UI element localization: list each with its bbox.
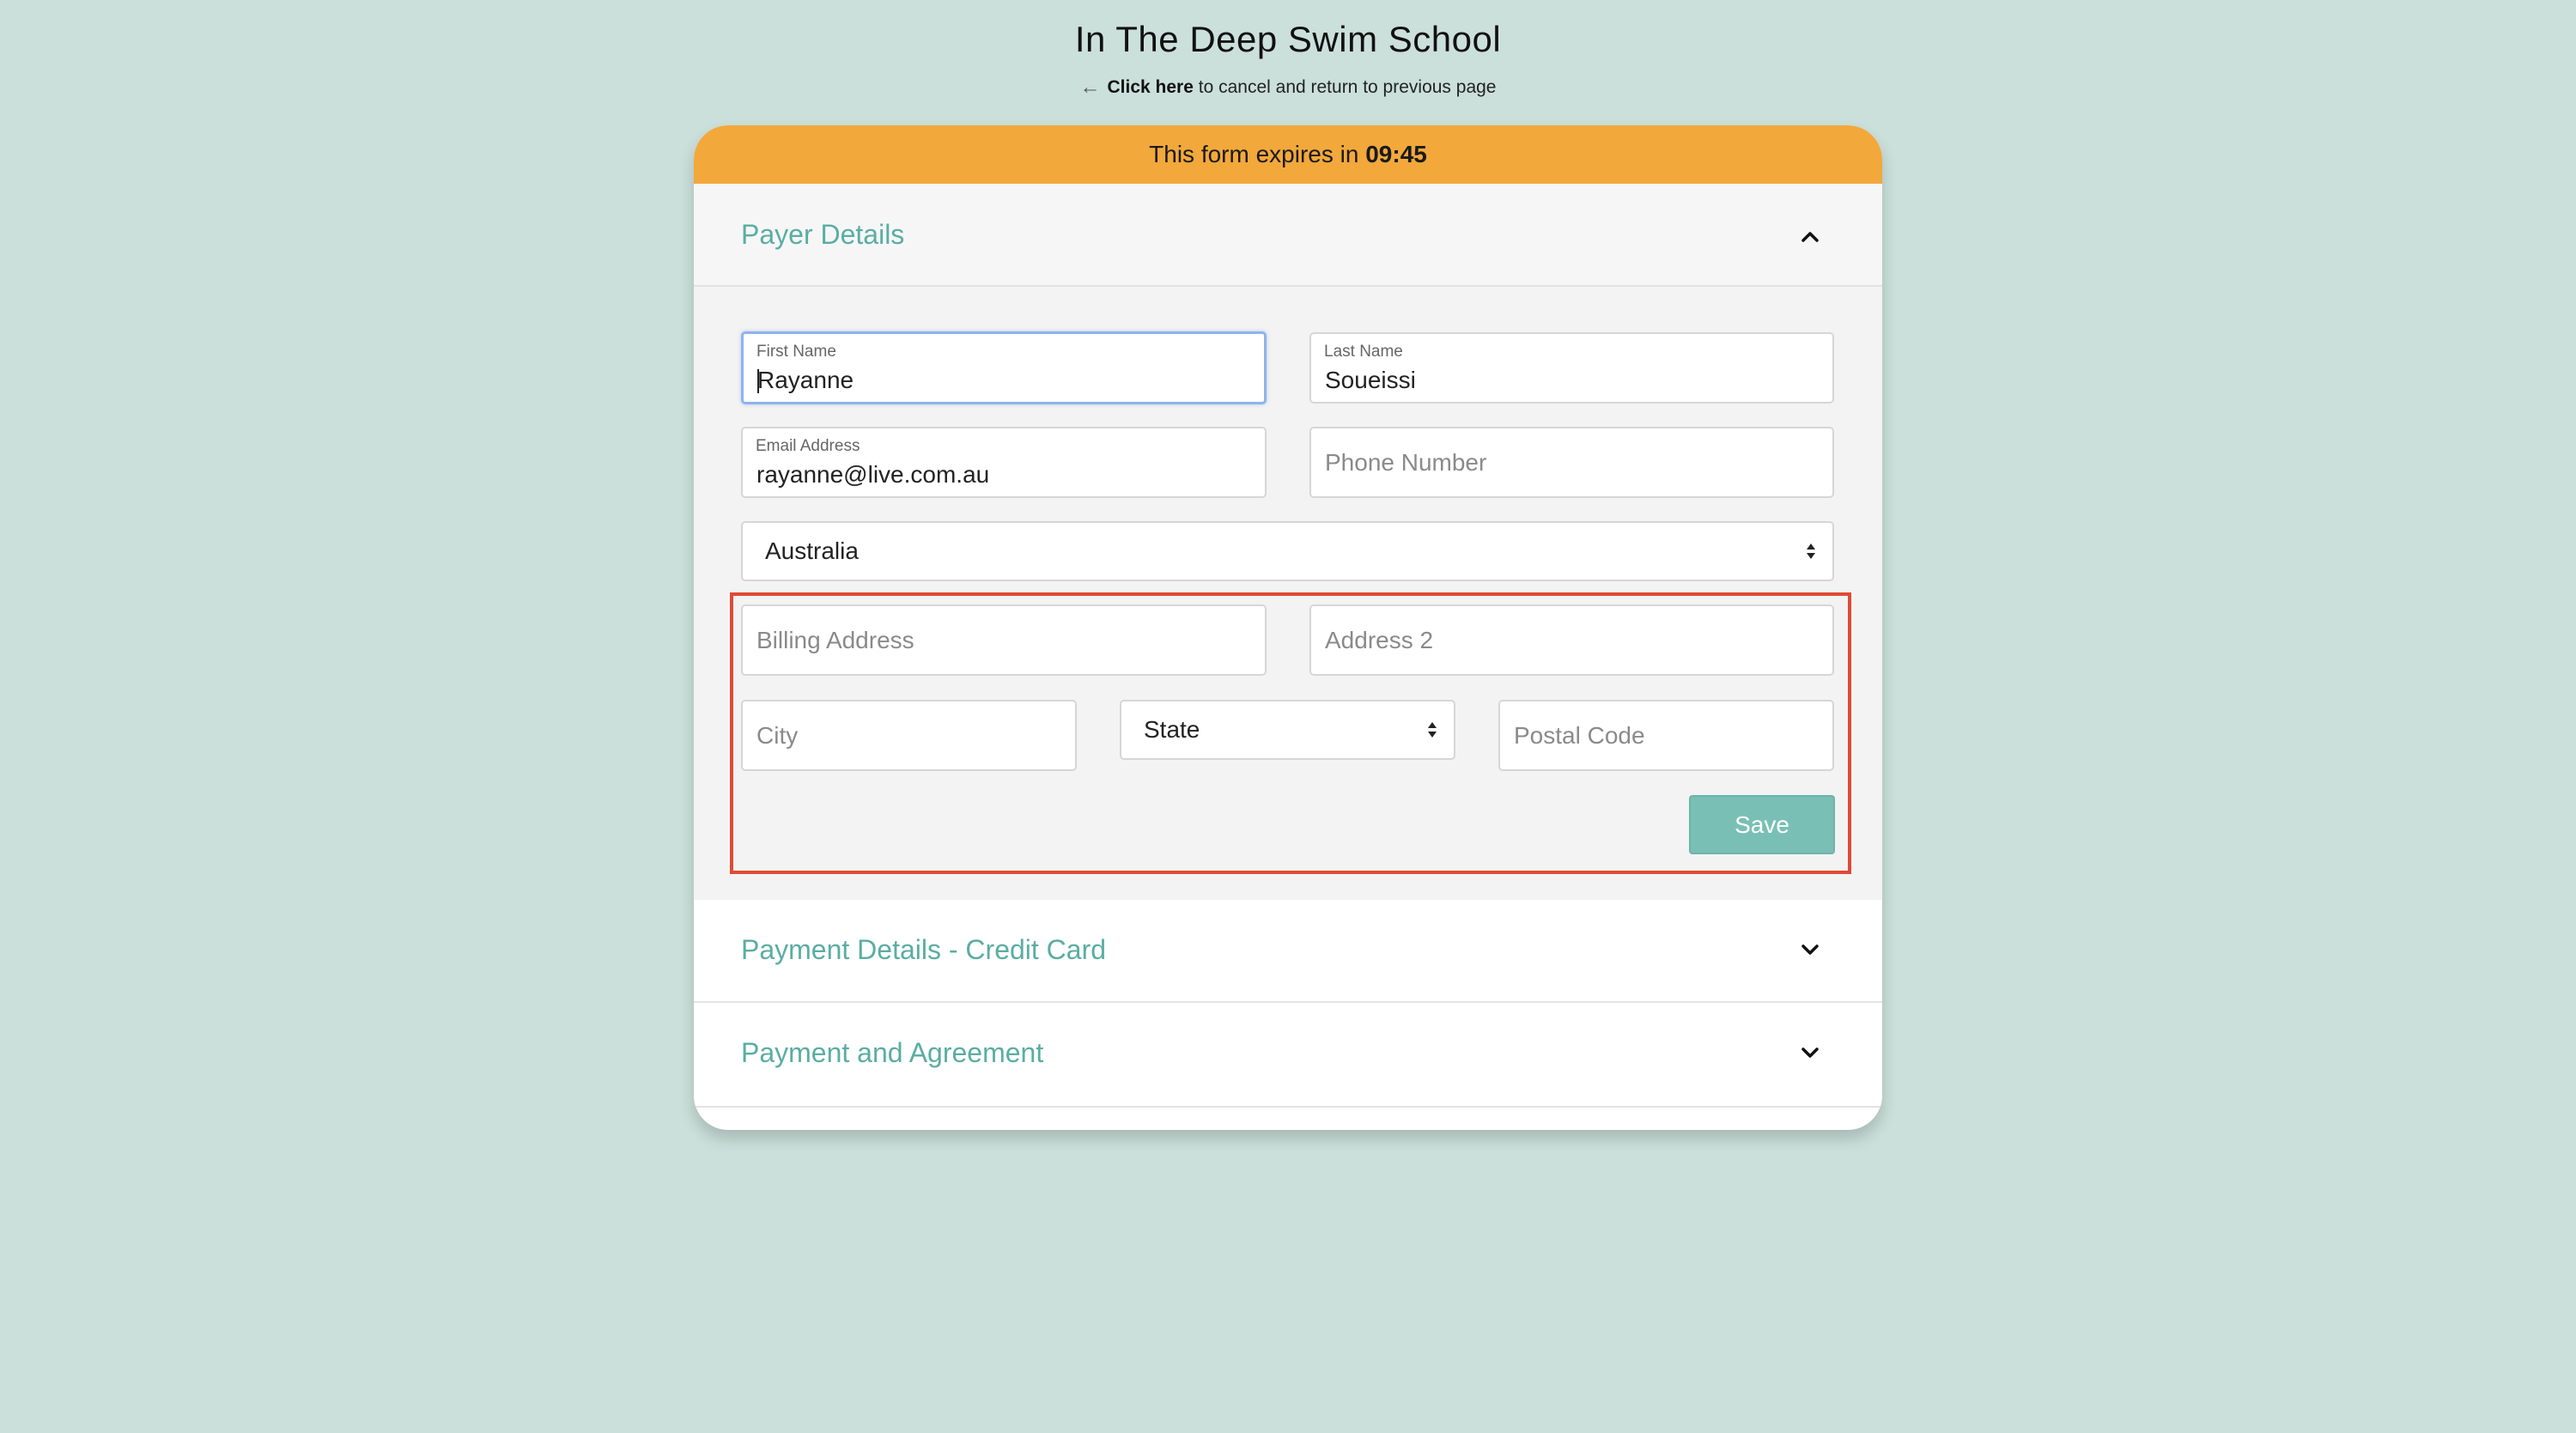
- timer-prefix: This form expires in: [1149, 141, 1359, 167]
- cancel-text: to cancel and return to previous page: [1198, 77, 1497, 97]
- billing-address-placeholder: Billing Address: [756, 626, 914, 653]
- phone-field[interactable]: Phone Number: [1309, 427, 1834, 498]
- cancel-link[interactable]: Click here: [1108, 77, 1194, 97]
- country-selected-value: Australia: [765, 537, 859, 564]
- payment-agreement-header[interactable]: Payment and Agreement: [694, 1003, 1882, 1108]
- first-name-label: First Name: [756, 343, 836, 361]
- payment-details-header[interactable]: Payment Details - Credit Card: [694, 900, 1882, 1003]
- city-field[interactable]: City: [741, 700, 1077, 771]
- first-name-field[interactable]: First Name Rayanne: [741, 331, 1267, 404]
- last-name-label: Last Name: [1324, 343, 1403, 361]
- chevron-up-icon: [1801, 232, 1819, 242]
- state-selected-value: State: [1144, 716, 1200, 743]
- page-title: In The Deep Swim School: [1074, 19, 1502, 59]
- address2-field[interactable]: Address 2: [1309, 604, 1834, 676]
- last-name-value: Soueissi: [1325, 367, 1416, 393]
- chevron-down-icon: [1801, 1047, 1819, 1058]
- last-name-field[interactable]: Last Name Soueissi: [1309, 332, 1834, 404]
- payer-details-title: Payer Details: [741, 219, 905, 250]
- payment-details-title: Payment Details - Credit Card: [741, 934, 1107, 965]
- cancel-line: ← Click here to cancel and return to prev…: [0, 76, 2576, 100]
- address2-placeholder: Address 2: [1325, 626, 1434, 653]
- country-select[interactable]: Australia: [741, 521, 1834, 581]
- save-button[interactable]: Save: [1689, 795, 1835, 854]
- billing-address-field[interactable]: Billing Address: [741, 604, 1267, 676]
- payment-agreement-title: Payment and Agreement: [741, 1037, 1044, 1068]
- payer-details-header[interactable]: Payer Details: [694, 184, 1882, 287]
- postal-code-field[interactable]: Postal Code: [1498, 700, 1834, 771]
- email-value: rayanne@live.com.au: [756, 461, 990, 488]
- email-label: Email Address: [756, 437, 860, 455]
- first-name-value: Rayanne: [757, 367, 854, 393]
- city-placeholder: City: [756, 721, 799, 749]
- timer-value: 09:45: [1365, 141, 1427, 167]
- expiry-timer-bar: This form expires in 09:45: [694, 125, 1882, 184]
- arrow-left-icon: ←: [1079, 76, 1101, 99]
- select-arrows-icon: [1428, 722, 1437, 738]
- phone-placeholder: Phone Number: [1325, 448, 1487, 476]
- select-arrows-icon: [1807, 543, 1815, 559]
- chevron-down-icon: [1801, 944, 1819, 955]
- email-field[interactable]: Email Address rayanne@live.com.au: [741, 427, 1267, 498]
- state-select[interactable]: State: [1120, 700, 1455, 760]
- postal-code-placeholder: Postal Code: [1514, 721, 1645, 749]
